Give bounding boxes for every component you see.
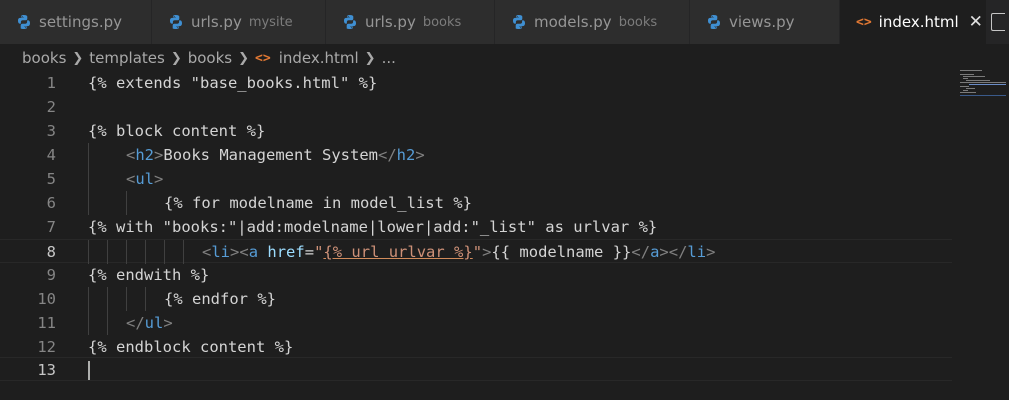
line-content: <ul> [126,170,164,188]
chevron-right-icon: ❯ [72,50,84,66]
line-content: {% extends "base_books.html" %} [88,74,378,92]
indent-guide [126,287,127,311]
code-line[interactable]: 11 </ul> [0,311,952,335]
text-cursor [88,361,90,380]
tab-label: index.html [878,13,959,31]
line-content: <li><a href="{% url urlvar %}">{{ modeln… [202,243,716,261]
indent-guide [88,311,89,335]
tab-description: books [618,14,658,30]
tab-urls-py-mysite[interactable]: urls.py mysite [152,0,326,44]
code-line-cursor[interactable]: 13 [0,357,952,381]
line-number: 3 [46,122,56,140]
line-number: 1 [46,74,56,92]
breadcrumb-item[interactable]: books [188,49,232,67]
indent-guide [88,167,89,191]
tab-label: settings.py [39,13,122,31]
indent-guide [107,311,108,335]
line-number: 5 [46,170,56,188]
tab-label: urls.py [191,13,242,31]
line-number: 12 [37,338,56,356]
line-number: 9 [46,266,56,284]
tab-urls-py-books[interactable]: urls.py books [326,0,495,44]
code-line[interactable]: 10 {% endfor %} [0,287,952,311]
code-line[interactable]: 2 [0,95,952,119]
line-content: </ul> [126,314,173,332]
code-line[interactable]: 7 {% with "books:"|add:modelname|lower|a… [0,215,952,239]
code-line[interactable]: 6 {% for modelname in model_list %} [0,191,952,215]
line-number: 13 [37,361,56,379]
line-content: {% endfor %} [164,290,276,308]
line-content: {% with "books:"|add:modelname|lower|add… [88,218,658,236]
tab-description: mysite [248,14,293,30]
python-icon [708,15,720,29]
indent-guide [183,240,184,264]
code-line[interactable]: 3 {% block content %} [0,119,952,143]
tab-description: books [422,14,462,30]
breadcrumb-item[interactable]: templates [89,49,165,67]
indent-guide [126,191,127,215]
tab-views-py[interactable]: views.py [690,0,840,44]
code-line[interactable]: 9 {% endwith %} [0,263,952,287]
python-icon [513,15,525,29]
code-line[interactable]: 5 <ul> [0,167,952,191]
breadcrumb: books ❯ templates ❯ books ❯ <> index.htm… [22,45,396,71]
chevron-right-icon: ❯ [170,50,182,66]
line-number: 4 [46,146,56,164]
line-content: {% endblock content %} [88,338,294,356]
line-content: <h2>Books Management System</h2> [126,146,425,164]
minimap[interactable] [960,70,1006,100]
html-icon: <> [255,50,271,66]
indent-guide [126,240,127,264]
indent-guide [88,240,89,264]
indent-guide [145,287,146,311]
chevron-right-icon: ❯ [238,50,250,66]
python-icon [18,15,30,29]
python-icon [170,15,182,29]
indent-guide [145,240,146,264]
breadcrumb-item[interactable]: index.html [279,49,359,67]
code-editor[interactable]: 1 {% extends "base_books.html" %} 2 3 {%… [0,71,1009,400]
close-icon[interactable]: ✕ [969,12,983,32]
indent-guide [88,143,89,167]
tab-bar: settings.py urls.py mysite urls.py books… [0,0,1009,44]
line-number: 11 [37,314,56,332]
line-number: 2 [46,98,56,116]
code-line[interactable]: 1 {% extends "base_books.html" %} [0,71,952,95]
breadcrumb-item[interactable]: ... [382,49,396,67]
line-number: 6 [46,194,56,212]
line-number: 10 [37,290,56,308]
line-content: {% block content %} [88,122,266,140]
breadcrumb-item[interactable]: books [22,49,66,67]
code-line-current[interactable]: 8 <li><a href="{% url urlvar %}">{{ mode… [0,239,952,264]
url-template-link[interactable]: {% url urlvar %} [323,243,472,261]
line-number: 8 [46,243,56,261]
code-line[interactable]: 12 {% endblock content %} [0,335,952,359]
indent-guide [164,240,165,264]
chevron-right-icon: ❯ [364,50,376,66]
indent-guide [88,191,89,215]
code-line[interactable]: 4 <h2>Books Management System</h2> [0,143,952,167]
line-number: 7 [46,218,56,236]
indent-guide [107,287,108,311]
tab-settings-py[interactable]: settings.py [0,0,152,44]
tab-label: models.py [534,13,612,31]
line-content: {% endwith %} [88,266,210,284]
indent-guide [107,240,108,264]
python-icon [344,15,356,29]
tab-index-html[interactable]: <> index.html ✕ [840,0,987,44]
tab-models-py-books[interactable]: models.py books [495,0,690,44]
indent-guide [88,287,89,311]
html-icon: <> [856,14,872,30]
tab-label: urls.py [365,13,416,31]
tab-label: views.py [729,13,795,31]
split-editor-icon[interactable] [987,0,1009,44]
line-content: {% for modelname in model_list %} [164,194,472,212]
